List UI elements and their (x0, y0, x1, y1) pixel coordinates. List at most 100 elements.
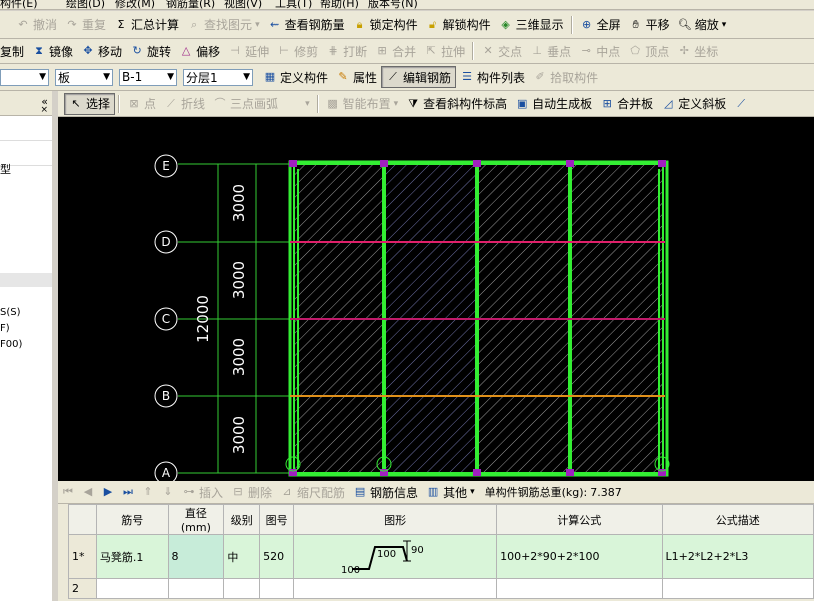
offset-button[interactable]: △ 偏移 (175, 41, 224, 61)
category-select[interactable]: ▼ (0, 68, 49, 86)
hand-icon: ✋︎ (632, 17, 639, 31)
table-row[interactable]: 2 (68, 578, 814, 599)
snap-coord-button[interactable]: ✢ 坐标 (673, 41, 722, 61)
snap-mid-button[interactable]: ⊸ 中点 (575, 41, 624, 61)
auto-generate-slab-button[interactable]: ▣ 自动生成板 (511, 94, 596, 114)
sigma-icon: Σ (117, 17, 125, 31)
pan-button[interactable]: ✋︎ 平移 (625, 15, 674, 35)
menu-item-modify[interactable]: 修改(M) (115, 0, 155, 9)
cell-description[interactable]: L1+2*L2+2*L3 (661, 534, 814, 579)
table-header-row: 筋号 直径(mm) 级别 图号 图形 计算公式 公式描述 (68, 504, 814, 535)
lock-icon: 🔒︎ (356, 17, 363, 31)
dimension-span-3: 3000 (230, 338, 248, 376)
merge-button[interactable]: ⊞ 合并 (371, 41, 420, 61)
define-slope-slab-button[interactable]: ◿ 定义斜板 (657, 94, 730, 114)
toolbar-separator (472, 42, 475, 60)
properties-button[interactable]: ✎ 属性 (332, 67, 381, 87)
move-arrows-icon: ✥ (83, 44, 93, 57)
merge-icon: ⊞ (377, 44, 387, 57)
first-record-button[interactable]: ⏮ (58, 482, 78, 502)
point-tool-button[interactable]: ⊠ 点 (123, 94, 160, 114)
component-list-button[interactable]: ☰ 构件列表 (456, 67, 529, 87)
menu-item-rebar[interactable]: 钢筋量(R) (166, 0, 215, 9)
lock-component-button[interactable]: 🔒︎ 锁定构件 (349, 15, 422, 35)
select-tool-button[interactable]: ↖ 选择 (64, 92, 116, 115)
rebar-view-icon: ⇜ (269, 17, 280, 31)
find-element-button[interactable]: ⌕ 查找图元 ▾ (183, 15, 264, 35)
cell-name[interactable] (95, 578, 169, 599)
menu-item-draw[interactable]: 绘图(D) (66, 0, 105, 9)
arc-icon: ⌒ (214, 96, 226, 110)
cell-shape[interactable]: 100 100 90 (293, 534, 498, 579)
tree-item-type[interactable]: 型 (0, 161, 11, 177)
floor-select[interactable]: 分层1 ▼ (183, 68, 253, 86)
copy-button[interactable]: 复制 (0, 41, 28, 61)
define-component-button[interactable]: ▦ 定义构件 (259, 67, 332, 87)
cell-formula[interactable]: 100+2*90+2*100 (496, 534, 663, 579)
cell-shape[interactable] (293, 578, 498, 599)
cell-diameter[interactable]: 8 (167, 534, 225, 579)
view-rebar-button[interactable]: ⇜ 查看钢筋量 (264, 15, 349, 35)
redo-button[interactable]: ↷ 重复 (61, 15, 110, 35)
move-down-button[interactable]: ⇓ (158, 482, 178, 502)
tree-item-f[interactable]: F) (0, 323, 10, 334)
cell-name[interactable]: 马凳筋.1 (95, 534, 169, 579)
view-3d-button[interactable]: ◈ 三维显示 (495, 15, 568, 35)
cell-figure-no[interactable] (259, 578, 295, 599)
more-tool-button[interactable]: ⟋ (730, 94, 752, 114)
trim-button[interactable]: ⊢ 修剪 (273, 41, 322, 61)
snap-intersect-button[interactable]: ✕ 交点 (477, 41, 526, 61)
last-record-button[interactable]: ⏭ (118, 482, 138, 502)
delete-row-button[interactable]: ⊟ 删除 (227, 482, 276, 502)
break-button[interactable]: ⋕ 打断 (322, 41, 371, 61)
other-menu-button[interactable]: ▥ 其他 ▾ (422, 482, 479, 502)
menu-item-version[interactable]: 版本号(N) (368, 0, 418, 9)
view-slope-elevation-button[interactable]: ⧩ 查看斜构件标高 (402, 94, 511, 114)
prev-record-button[interactable]: ◀ (78, 482, 98, 502)
move-button[interactable]: ✥ 移动 (77, 41, 126, 61)
cell-formula[interactable] (496, 578, 663, 599)
component-toolbar: ▼ 板 ▼ B-1 ▼ 分层1 ▼ ▦ 定义构件 ✎ 属性 ⟋ 编辑钢筋 ☰ 构件列表 ✐ 拾取… (0, 64, 814, 91)
undo-button[interactable]: ↶ 撤消 (12, 15, 61, 35)
extend-button[interactable]: ⊣ 延伸 (224, 41, 273, 61)
move-up-button[interactable]: ⇑ (138, 482, 158, 502)
menu-item-tools[interactable]: 工具(T) (275, 0, 312, 9)
snap-vertex-button[interactable]: ⬠ 顶点 (624, 41, 673, 61)
tree-item-f00[interactable]: F00) (0, 339, 22, 350)
cell-grade[interactable] (223, 578, 261, 599)
rotate-button[interactable]: ↻ 旋转 (126, 41, 175, 61)
cell-diameter[interactable] (167, 578, 225, 599)
tree-item-s[interactable]: S(S) (0, 307, 21, 318)
cell-grade[interactable]: 中 (223, 534, 261, 579)
menu-item-help[interactable]: 帮助(H) (320, 0, 359, 9)
left-panel-highlight (0, 273, 52, 287)
fullscreen-button[interactable]: ⊕ 全屏 (576, 15, 625, 35)
zoom-button[interactable]: 🔍︎ 缩放 ▾ (674, 15, 731, 35)
menu-item-component[interactable]: 构件(E) (0, 0, 38, 9)
type-select[interactable]: 板 ▼ (55, 68, 113, 86)
rebar-info-button[interactable]: ▤ 钢筋信息 (349, 482, 422, 502)
stretch-button[interactable]: ⇱ 拉伸 (420, 41, 469, 61)
pick-component-button[interactable]: ✐ 拾取构件 (529, 67, 602, 87)
pin-icon[interactable]: × (40, 105, 48, 115)
table-row[interactable]: 1* 马凳筋.1 8 中 520 100 100 90 100+2*90+2*1… (68, 534, 814, 579)
edit-rebar-button[interactable]: ⟋ 编辑钢筋 (381, 66, 457, 88)
dropdown-arrow-icon: ▼ (243, 72, 250, 82)
summary-calc-button[interactable]: Σ 汇总计算 (110, 15, 183, 35)
arc-tool-button[interactable]: ⌒ 三点画弧 ▾ (209, 94, 314, 114)
unlock-component-button[interactable]: 🔓︎ 解锁构件 (422, 15, 495, 35)
insert-row-button[interactable]: ⊶ 插入 (178, 482, 227, 502)
cell-figure-no[interactable]: 520 (259, 534, 295, 579)
snap-perp-button[interactable]: ⊥ 垂点 (526, 41, 575, 61)
slope-view-icon: ⧩ (408, 96, 419, 110)
next-record-button[interactable]: ▶ (98, 482, 118, 502)
merge-slab-button[interactable]: ⊞ 合并板 (596, 94, 657, 114)
drawing-canvas[interactable]: E D C B A 3000 3000 3000 3000 12000 (58, 117, 814, 481)
smart-layout-button[interactable]: ▩ 智能布置 ▾ (322, 94, 403, 114)
scale-rebar-button[interactable]: ⊿ 缩尺配筋 (276, 482, 349, 502)
menu-item-view[interactable]: 视图(V) (224, 0, 262, 9)
cell-description[interactable] (661, 578, 814, 599)
polyline-tool-button[interactable]: ⟋ 折线 (160, 94, 209, 114)
component-name-select[interactable]: B-1 ▼ (119, 68, 177, 86)
mirror-button[interactable]: ⧗ 镜像 (28, 41, 77, 61)
